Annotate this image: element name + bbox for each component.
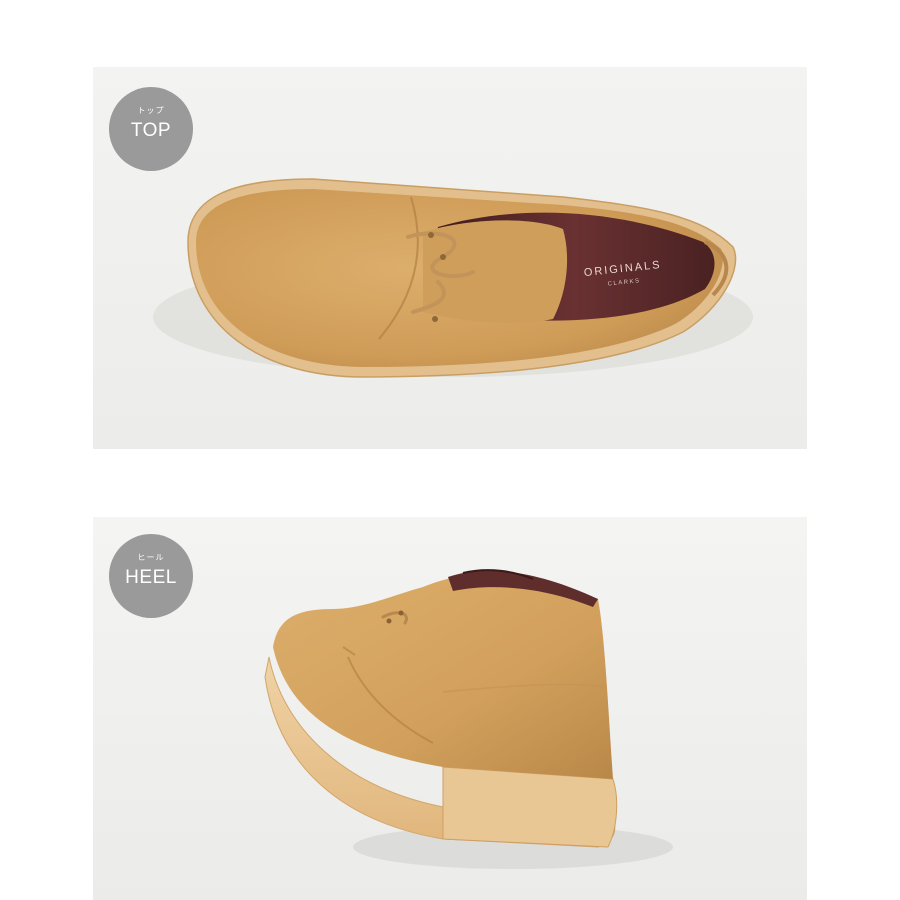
badge-label: HEEL bbox=[125, 567, 177, 588]
badge-label: TOP bbox=[130, 120, 172, 141]
view-badge-top: トップ TOP bbox=[109, 87, 193, 171]
boot-top-view-photo: ORIGINALS CLARKS bbox=[153, 178, 753, 378]
top-view-panel: ORIGINALS CLARKS トップ TOP bbox=[93, 67, 807, 449]
badge-kana: ヒール bbox=[137, 553, 165, 562]
badge-kana: トップ bbox=[137, 106, 165, 115]
view-badge-heel: ヒール HEEL bbox=[109, 534, 193, 618]
boot-heel-view-photo bbox=[264, 569, 673, 869]
heel-view-panel: ヒール HEEL bbox=[93, 517, 807, 900]
